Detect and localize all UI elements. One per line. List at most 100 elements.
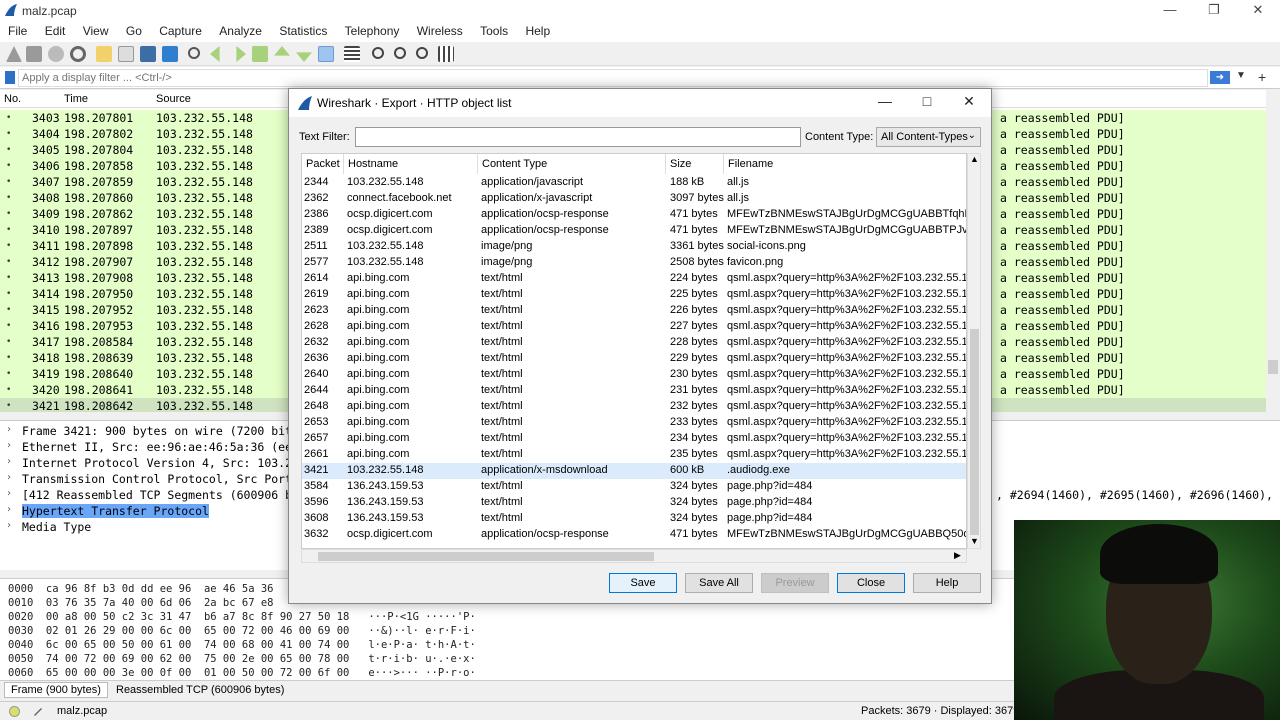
text-filter-input[interactable] <box>355 127 801 147</box>
stop-capture-icon[interactable] <box>26 46 42 62</box>
http-object-row[interactable]: 2362 connect.facebook.net application/x-ja… <box>302 191 966 207</box>
expand-arrow-icon[interactable]: › <box>6 504 12 515</box>
http-object-row[interactable]: 2389 ocsp.digicert.com application/ocsp-re… <box>302 223 966 239</box>
dialog-minimize-button[interactable]: — <box>873 93 897 109</box>
scroll-up-icon[interactable]: ▲ <box>970 154 979 164</box>
packet-list-scrollbar[interactable] <box>1266 90 1280 412</box>
save-file-icon[interactable] <box>118 46 134 62</box>
content-type-select[interactable]: All Content-Types ⌄ <box>876 127 981 147</box>
reload-icon[interactable] <box>162 46 178 62</box>
menu-tools[interactable]: Tools <box>474 22 514 40</box>
normal-size-icon[interactable] <box>416 47 428 59</box>
scroll-right-icon[interactable]: ▶ <box>954 550 961 561</box>
close-button[interactable]: Close <box>837 573 905 593</box>
resize-columns-icon[interactable] <box>438 46 454 62</box>
http-object-row[interactable]: 2644 api.bing.com text/html 231 bytes qsml.a… <box>302 383 966 399</box>
http-object-row[interactable]: 2657 api.bing.com text/html 234 bytes qsml.a… <box>302 431 966 447</box>
http-object-row[interactable]: 2577 103.232.55.148 image/png 2508 bytes fav… <box>302 255 966 271</box>
column-no[interactable]: No. <box>4 93 21 105</box>
minimize-button[interactable]: — <box>1160 2 1180 17</box>
column-hostname[interactable]: Hostname <box>344 154 478 174</box>
column-filename[interactable]: Filename <box>724 154 966 174</box>
add-filter-button[interactable]: + <box>1258 69 1266 85</box>
hex-dump-row[interactable]: 0040 6c 00 65 00 50 00 61 00 74 00 68 00… <box>8 639 476 653</box>
filter-history-dropdown-icon[interactable]: ▼ <box>1236 70 1246 81</box>
menu-file[interactable]: File <box>2 22 33 40</box>
colorize-icon[interactable] <box>344 46 360 62</box>
menu-help[interactable]: Help <box>519 22 556 40</box>
display-filter-input[interactable] <box>18 69 1208 87</box>
help-button[interactable]: Help <box>913 573 981 593</box>
http-object-row[interactable]: 2628 api.bing.com text/html 227 bytes qsml.a… <box>302 319 966 335</box>
http-object-row[interactable]: 2640 api.bing.com text/html 230 bytes qsml.a… <box>302 367 966 383</box>
hex-dump-row[interactable]: 0020 00 a8 00 50 c2 3c 31 47 b6 a7 8c 8f… <box>8 611 476 625</box>
menu-wireless[interactable]: Wireless <box>411 22 469 40</box>
hex-dump-row[interactable]: 0050 74 00 72 00 69 00 62 00 75 00 2e 00… <box>8 653 476 667</box>
hex-dump-row[interactable]: 0030 02 01 26 29 00 00 6c 00 65 00 72 00… <box>8 625 476 639</box>
expand-arrow-icon[interactable]: › <box>6 472 12 483</box>
expand-arrow-icon[interactable]: › <box>6 488 12 499</box>
menu-go[interactable]: Go <box>120 22 148 40</box>
http-object-row[interactable]: 3596 136.243.159.53 text/html 324 bytes page… <box>302 495 966 511</box>
find-packet-icon[interactable] <box>188 47 200 59</box>
scroll-down-icon[interactable]: ▼ <box>970 536 979 546</box>
last-packet-icon[interactable] <box>296 52 312 62</box>
tab-frame[interactable]: Frame (900 bytes) <box>4 682 108 698</box>
expand-arrow-icon[interactable]: › <box>6 456 12 467</box>
go-to-packet-icon[interactable] <box>252 46 268 62</box>
http-object-row[interactable]: 2632 api.bing.com text/html 228 bytes qsml.a… <box>302 335 966 351</box>
column-packet[interactable]: Packet <box>302 154 344 174</box>
http-object-row[interactable]: 2653 api.bing.com text/html 233 bytes qsml.a… <box>302 415 966 431</box>
column-source[interactable]: Source <box>156 93 191 105</box>
http-object-row[interactable]: 2344 103.232.55.148 application/javascript… <box>302 175 966 191</box>
open-file-icon[interactable] <box>96 46 112 62</box>
zoom-out-icon[interactable] <box>394 47 406 59</box>
filter-bookmark-icon[interactable] <box>5 71 15 84</box>
http-object-row[interactable]: 2619 api.bing.com text/html 225 bytes qsml.a… <box>302 287 966 303</box>
scrollbar-thumb[interactable] <box>318 552 654 561</box>
http-object-row[interactable]: 3608 136.243.159.53 text/html 324 bytes page… <box>302 511 966 527</box>
http-object-row[interactable]: 3421 103.232.55.148 application/x-msdownlo… <box>302 463 966 479</box>
menu-telephony[interactable]: Telephony <box>339 22 406 40</box>
zoom-in-icon[interactable] <box>372 47 384 59</box>
table-horizontal-scrollbar[interactable]: ▶ <box>301 549 967 563</box>
http-object-row[interactable]: 3632 ocsp.digicert.com application/ocsp-re… <box>302 527 966 543</box>
menu-capture[interactable]: Capture <box>153 22 208 40</box>
table-vertical-scrollbar[interactable]: ▲ ▼ <box>967 153 981 549</box>
autoscroll-icon[interactable] <box>318 46 334 62</box>
http-object-row[interactable]: 2636 api.bing.com text/html 229 bytes qsml.a… <box>302 351 966 367</box>
http-object-row[interactable]: 2386 ocsp.digicert.com application/ocsp-re… <box>302 207 966 223</box>
column-size[interactable]: Size <box>666 154 724 174</box>
maximize-button[interactable]: ❐ <box>1204 2 1224 18</box>
scrollbar-thumb[interactable] <box>970 329 979 535</box>
preview-button[interactable]: Preview <box>761 573 829 593</box>
http-object-row[interactable]: 2511 103.232.55.148 image/png 3361 bytes soc… <box>302 239 966 255</box>
menu-edit[interactable]: Edit <box>39 22 72 40</box>
start-capture-icon[interactable] <box>6 46 22 62</box>
expert-info-icon[interactable] <box>9 706 20 717</box>
http-object-row[interactable]: 2661 api.bing.com text/html 235 bytes qsml.a… <box>302 447 966 463</box>
dialog-maximize-button[interactable]: □ <box>915 93 939 109</box>
hex-dump-row[interactable]: 0060 65 00 00 00 3e 00 0f 00 01 00 50 00… <box>8 667 476 681</box>
http-object-row[interactable]: 2623 api.bing.com text/html 226 bytes qsml.a… <box>302 303 966 319</box>
close-file-icon[interactable] <box>140 46 156 62</box>
scrollbar-thumb[interactable] <box>1268 360 1278 374</box>
capture-options-icon[interactable] <box>70 46 86 62</box>
dialog-close-button[interactable]: ✕ <box>957 93 981 110</box>
hex-dump-row[interactable]: 0010 03 76 35 7a 40 00 6d 06 2a bc 67 e8 <box>8 597 274 611</box>
tab-reassembled-tcp[interactable]: Reassembled TCP (600906 bytes) <box>110 684 290 696</box>
save-all-button[interactable]: Save All <box>685 573 753 593</box>
save-button[interactable]: Save <box>609 573 677 593</box>
expand-arrow-icon[interactable]: › <box>6 520 12 531</box>
hex-dump-row[interactable]: 0000 ca 96 8f b3 0d dd ee 96 ae 46 5a 36 <box>8 583 274 597</box>
menu-view[interactable]: View <box>77 22 115 40</box>
expand-arrow-icon[interactable]: › <box>6 424 12 435</box>
apply-filter-button[interactable]: ➜ <box>1210 71 1230 84</box>
menu-statistics[interactable]: Statistics <box>273 22 333 40</box>
go-forward-icon[interactable] <box>236 46 246 62</box>
go-back-icon[interactable] <box>210 46 220 62</box>
restart-capture-icon[interactable] <box>48 46 64 62</box>
edit-comment-icon[interactable] <box>32 705 44 717</box>
expand-arrow-icon[interactable]: › <box>6 440 12 451</box>
close-window-button[interactable]: ✕ <box>1248 2 1268 18</box>
